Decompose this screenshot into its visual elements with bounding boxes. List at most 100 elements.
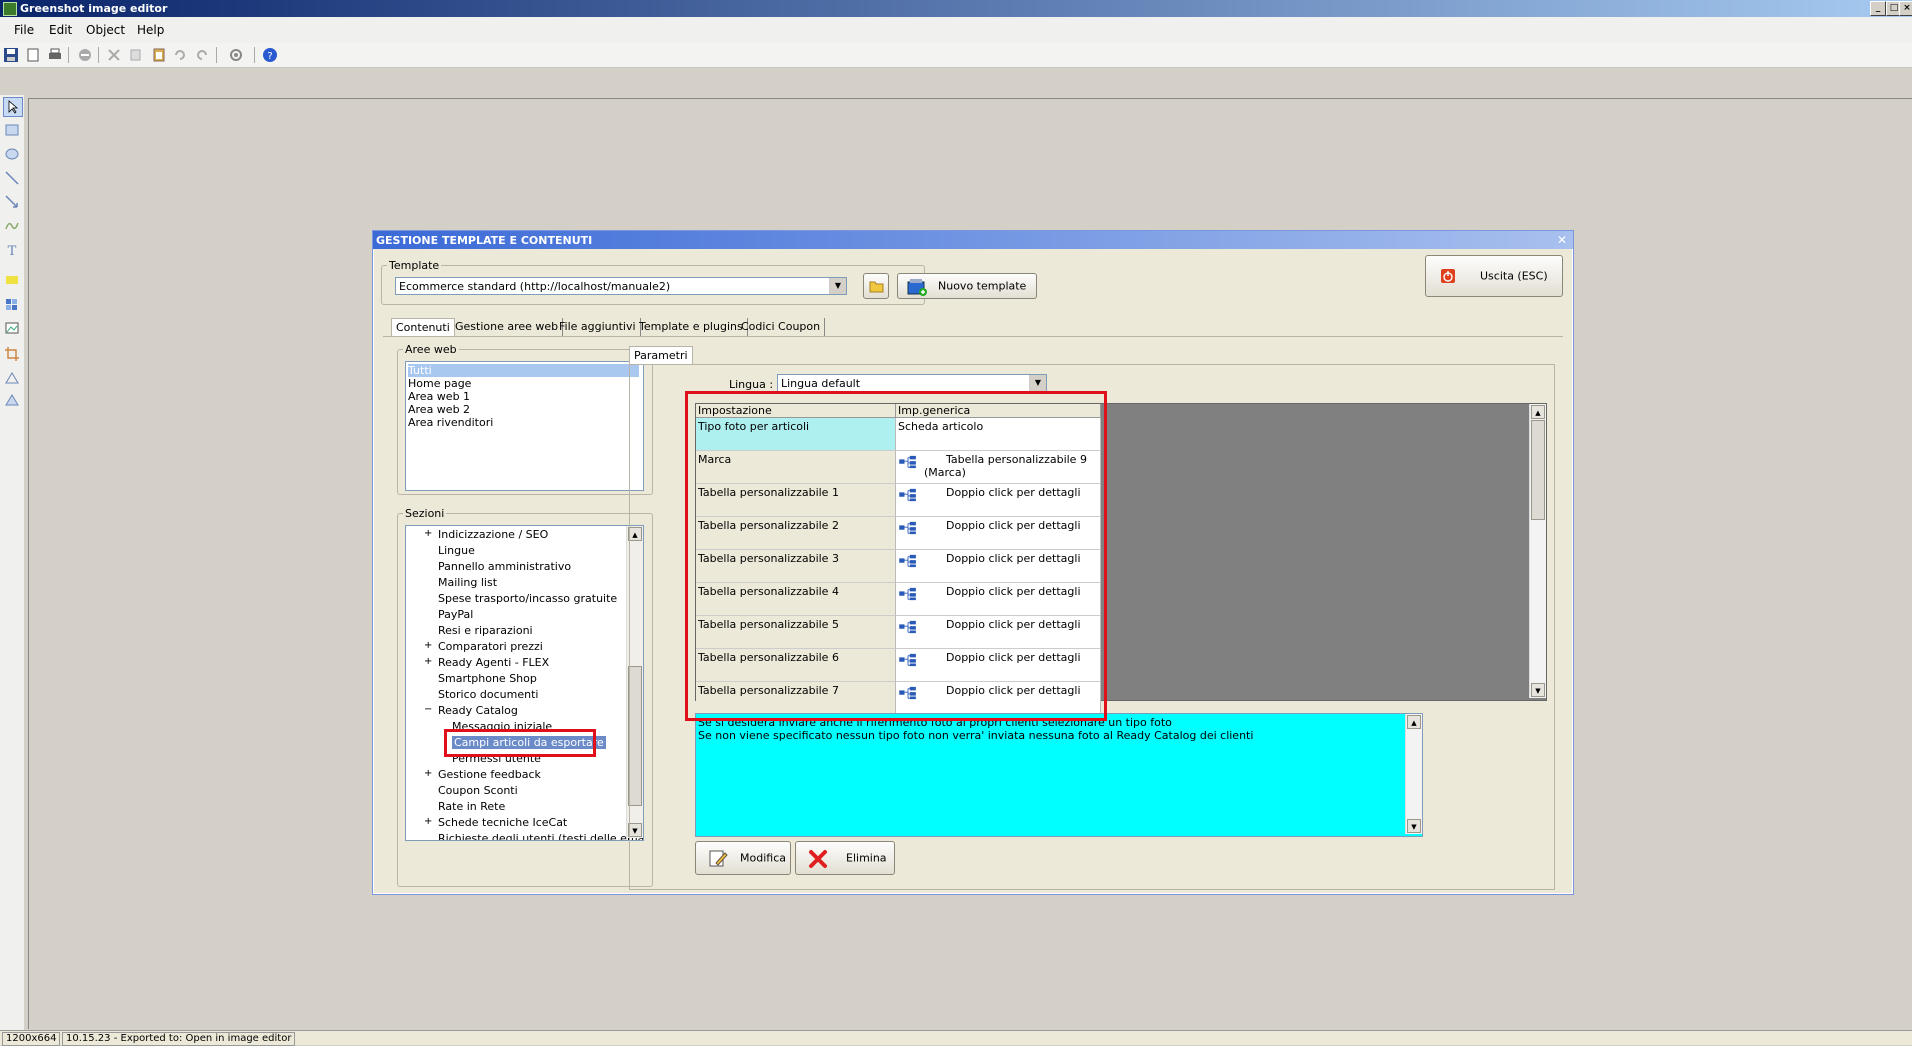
- exit-button[interactable]: Uscita (ESC): [1425, 255, 1563, 297]
- tree-item[interactable]: Mailing list: [438, 576, 497, 589]
- grid-cell-setting[interactable]: Tabella personalizzabile 4: [696, 583, 896, 616]
- highlight-tool-icon[interactable]: [3, 271, 21, 289]
- tab-parametri[interactable]: Parametri: [629, 346, 693, 365]
- list-item[interactable]: Area web 2: [408, 403, 470, 416]
- close-window-button[interactable]: ×: [1899, 1, 1912, 16]
- grid-cell-setting[interactable]: Tipo foto per articoli: [696, 418, 896, 451]
- freehand-tool-icon[interactable]: [3, 217, 21, 235]
- grid-cell-setting[interactable]: Tabella personalizzabile 5: [696, 616, 896, 649]
- menu-edit[interactable]: Edit: [49, 23, 72, 37]
- tree-expander[interactable]: +: [424, 816, 432, 827]
- tree-item[interactable]: Gestione feedback: [438, 768, 541, 781]
- tree-item[interactable]: Comparatori prezzi: [438, 640, 543, 653]
- image-tool-icon[interactable]: [3, 319, 21, 337]
- list-item[interactable]: Home page: [408, 377, 471, 390]
- text-tool-icon[interactable]: T: [3, 241, 21, 259]
- grid-cell-value[interactable]: Doppio click per dettagli: [896, 550, 1101, 583]
- tree-item[interactable]: PayPal: [438, 608, 473, 621]
- cut-icon[interactable]: [106, 47, 122, 63]
- description-scrollbar[interactable]: ▲ ▼: [1405, 714, 1422, 834]
- tab-contenuti[interactable]: Contenuti: [391, 318, 455, 337]
- tree-item[interactable]: Indicizzazione / SEO: [438, 528, 548, 541]
- open-folder-button[interactable]: [863, 273, 889, 299]
- dialog-close-icon[interactable]: ✕: [1557, 233, 1567, 247]
- list-item[interactable]: Tutti: [408, 364, 639, 377]
- redo-icon[interactable]: [194, 47, 210, 63]
- grid-cell-value[interactable]: Doppio click per dettagli: [896, 649, 1101, 682]
- minimize-button[interactable]: _: [1870, 1, 1886, 16]
- tree-expander[interactable]: +: [424, 768, 432, 779]
- help-icon[interactable]: ?: [262, 47, 278, 63]
- tree-item[interactable]: Smartphone Shop: [438, 672, 537, 685]
- tree-item[interactable]: Lingue: [438, 544, 475, 557]
- tab-gestione-aree-web[interactable]: Gestione aree web: [451, 318, 564, 336]
- list-item[interactable]: Area web 1: [408, 390, 470, 403]
- template-select[interactable]: Ecommerce standard (http://localhost/man…: [395, 277, 847, 295]
- settings-grid[interactable]: Impostazione Imp.generica Tipo foto per ar…: [695, 403, 1547, 715]
- grid-cell-setting[interactable]: Tabella personalizzabile 3: [696, 550, 896, 583]
- ellipse-tool-icon[interactable]: [3, 145, 21, 163]
- menu-help[interactable]: Help: [137, 23, 164, 37]
- grid-cell-value[interactable]: Doppio click per dettagli: [896, 616, 1101, 649]
- grid-cell-value[interactable]: Doppio click per dettagli: [896, 583, 1101, 616]
- tree-item[interactable]: Spese trasporto/incasso gratuite: [438, 592, 617, 605]
- print-icon[interactable]: [47, 47, 63, 63]
- tree-expander[interactable]: +: [424, 656, 432, 667]
- lingua-select[interactable]: Lingua default ▼: [777, 374, 1047, 392]
- menu-object[interactable]: Object: [86, 23, 125, 37]
- grid-cell-value[interactable]: Doppio click per dettagli: [896, 682, 1101, 715]
- obfuscate-tool-icon[interactable]: [3, 295, 21, 313]
- tree-expander[interactable]: +: [424, 640, 432, 651]
- tree-item[interactable]: Ready Catalog: [438, 704, 518, 717]
- tree-item[interactable]: Pannello amministrativo: [438, 560, 571, 573]
- resize-tool-icon[interactable]: [3, 391, 21, 409]
- grid-scrollbar[interactable]: ▲ ▼: [1529, 404, 1546, 698]
- pointer-tool-icon[interactable]: [3, 97, 23, 117]
- tab-codici-coupon[interactable]: Codici Coupon: [737, 318, 826, 336]
- tree-item[interactable]: Ready Agenti - FLEX: [438, 656, 549, 669]
- line-tool-icon[interactable]: [3, 169, 21, 187]
- copy-object-icon[interactable]: [128, 47, 144, 63]
- tree-item[interactable]: Schede tecniche IceCat: [438, 816, 567, 829]
- grid-cell-setting[interactable]: Tabella personalizzabile 1: [696, 484, 896, 517]
- undo-icon[interactable]: [172, 47, 188, 63]
- grid-cell-value[interactable]: Doppio click per dettagli: [896, 484, 1101, 517]
- scroll-thumb[interactable]: [1531, 420, 1545, 520]
- grid-cell-setting[interactable]: Tabella personalizzabile 7: [696, 682, 896, 715]
- tab-file-aggiuntivi[interactable]: File aggiuntivi: [555, 318, 641, 336]
- tree-item[interactable]: Rate in Rete: [438, 800, 505, 813]
- tree-expander[interactable]: +: [424, 528, 432, 539]
- paste-icon[interactable]: [151, 47, 167, 63]
- settings-gear-icon[interactable]: [228, 47, 244, 63]
- tree-item[interactable]: Resi e riparazioni: [438, 624, 533, 637]
- scroll-up-icon[interactable]: ▲: [1407, 715, 1421, 729]
- tree-item[interactable]: Coupon Sconti: [438, 784, 518, 797]
- delete-icon[interactable]: [77, 47, 93, 63]
- rotate-tool-icon[interactable]: [3, 369, 21, 387]
- sezioni-tree[interactable]: + Indicizzazione / SEO Lingue Pannello ammi…: [405, 525, 644, 841]
- tree-item[interactable]: Storico documenti: [438, 688, 538, 701]
- grid-cell-value[interactable]: Doppio click per dettagli: [896, 517, 1101, 550]
- description-box[interactable]: Se si desidera inviare anche il riferime…: [695, 713, 1423, 837]
- grid-cell-setting[interactable]: Tabella personalizzabile 2: [696, 517, 896, 550]
- tree-expander[interactable]: −: [424, 704, 432, 715]
- grid-cell-setting[interactable]: Tabella personalizzabile 6: [696, 649, 896, 682]
- scroll-down-icon[interactable]: ▼: [1531, 683, 1545, 697]
- arrow-tool-icon[interactable]: [3, 193, 21, 211]
- tree-item[interactable]: Messaggio iniziale: [452, 720, 552, 733]
- tab-template-plugins[interactable]: Template e plugins: [635, 318, 748, 336]
- grid-cell-value[interactable]: Scheda articolo: [896, 418, 1101, 451]
- grid-cell-setting[interactable]: Marca: [696, 451, 896, 484]
- rectangle-tool-icon[interactable]: [3, 121, 21, 139]
- tree-item[interactable]: Richieste degli utenti (testi delle emai…: [438, 832, 643, 840]
- tree-item[interactable]: Permessi utente: [452, 752, 541, 765]
- aree-web-list[interactable]: Tutti Home page Area web 1 Area web 2 Ar…: [405, 361, 644, 491]
- tree-item[interactable]: Campi articoli da esportare: [452, 736, 606, 749]
- elimina-button[interactable]: Elimina: [795, 841, 895, 875]
- grid-cell-value[interactable]: Tabella personalizzabile 9 (Marca): [896, 451, 1101, 484]
- scroll-down-icon[interactable]: ▼: [1407, 819, 1421, 833]
- modifica-button[interactable]: Modifica: [695, 841, 791, 875]
- new-template-button[interactable]: Nuovo template: [897, 273, 1037, 299]
- scroll-up-icon[interactable]: ▲: [1531, 405, 1545, 419]
- crop-tool-icon[interactable]: [3, 345, 21, 363]
